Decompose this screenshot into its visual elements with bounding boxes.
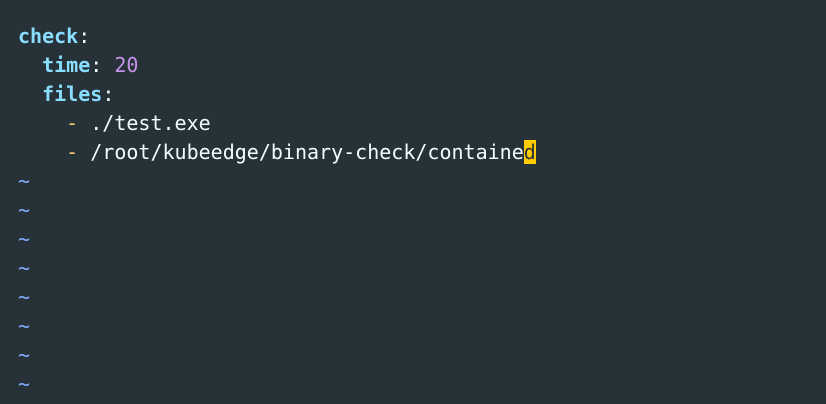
- yaml-key-check: check: [18, 24, 79, 48]
- files-item-2: /root/kubeedge/binary-check/containe: [90, 140, 524, 164]
- list-dash: -: [66, 111, 91, 135]
- line-3: files:: [18, 80, 826, 109]
- line-1: check:: [18, 22, 826, 51]
- empty-line-marker: ~: [18, 227, 31, 251]
- list-dash: -: [66, 140, 91, 164]
- empty-line-marker: ~: [18, 169, 31, 193]
- empty-line-marker: ~: [18, 372, 31, 396]
- vim-editor-buffer[interactable]: check: time: 20 files: - ./test.exe - /r…: [0, 0, 826, 404]
- colon: :: [102, 82, 115, 106]
- colon: :: [90, 53, 115, 77]
- text-cursor[interactable]: d: [523, 140, 536, 164]
- yaml-value-time: 20: [114, 53, 139, 77]
- empty-line-marker: ~: [18, 314, 31, 338]
- empty-line-marker: ~: [18, 256, 31, 280]
- line-5: - /root/kubeedge/binary-check/contained: [18, 138, 826, 167]
- line-2: time: 20: [18, 51, 826, 80]
- yaml-key-time: time: [42, 53, 91, 77]
- files-item-1: ./test.exe: [90, 111, 211, 135]
- line-4: - ./test.exe: [18, 109, 826, 138]
- empty-line-marker: ~: [18, 198, 31, 222]
- yaml-key-files: files: [42, 82, 103, 106]
- empty-line-marker: ~: [18, 343, 31, 367]
- empty-line-marker: ~: [18, 285, 31, 309]
- colon: :: [78, 24, 91, 48]
